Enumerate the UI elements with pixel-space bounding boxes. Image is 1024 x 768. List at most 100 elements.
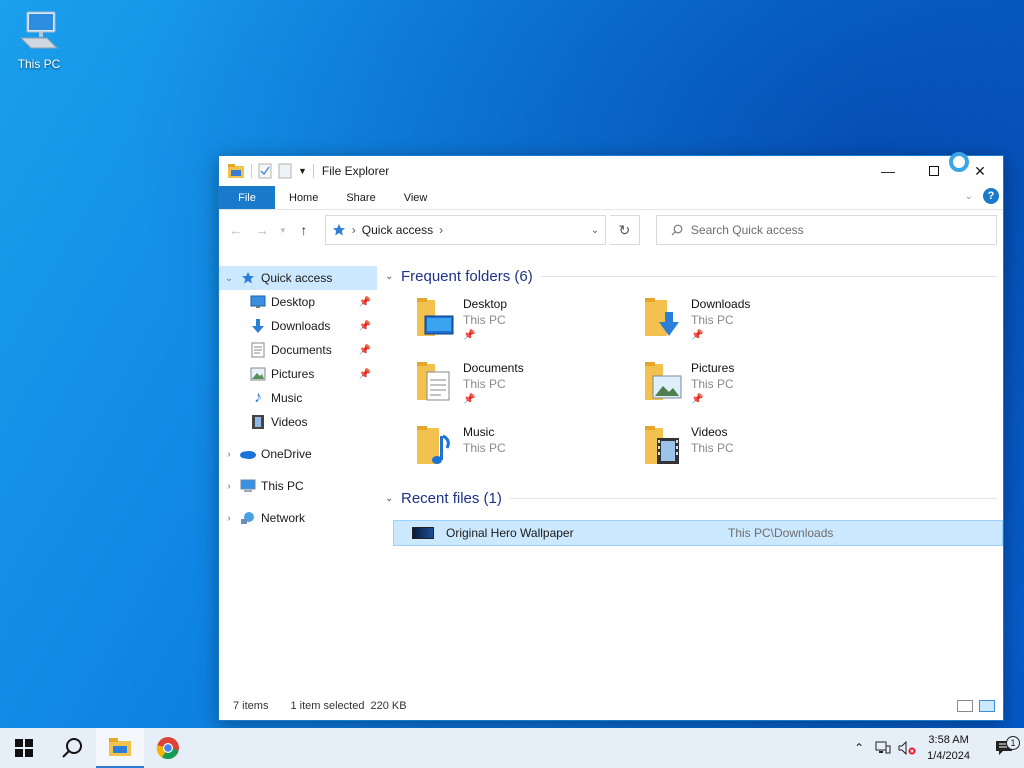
nav-item-pictures[interactable]: Pictures 📌 — [219, 362, 377, 386]
view-toggle — [957, 700, 995, 712]
taskbar-chrome[interactable] — [144, 728, 192, 768]
start-button[interactable] — [0, 728, 48, 768]
folder-tile-music[interactable]: Music This PC — [415, 424, 643, 472]
nav-item-quick-access[interactable]: ⌄ Quick access — [219, 266, 377, 290]
quick-access-toolbar: ▼ — [219, 163, 314, 179]
group-chevron-icon[interactable]: ⌄ — [385, 271, 401, 282]
up-button[interactable]: ↑ — [293, 218, 315, 242]
nav-item-videos[interactable]: Videos — [219, 410, 377, 434]
taskbar: ⌃ 3:58 AM 1/4/2024 1 — [0, 728, 1024, 768]
search-icon — [671, 224, 683, 236]
folder-tile-videos[interactable]: Videos This PC — [643, 424, 871, 472]
recent-files-header[interactable]: ⌄ Recent files (1) — [385, 486, 1003, 510]
breadcrumb-quick-access[interactable]: Quick access — [362, 223, 433, 237]
pin-icon: 📌 — [463, 330, 476, 341]
pictures-icon — [249, 366, 267, 382]
search-icon — [62, 738, 82, 758]
nav-gap — [219, 466, 377, 474]
folder-meta: Videos This PC — [691, 424, 734, 472]
search-box[interactable]: Search Quick access — [655, 215, 997, 245]
frequent-folders-header[interactable]: ⌄ Frequent folders (6) — [385, 264, 1003, 288]
computer-icon — [19, 11, 59, 49]
refresh-button[interactable]: ↻ — [610, 215, 640, 245]
desktop-icon-this-pc[interactable]: This PC — [10, 8, 68, 71]
window-title: File Explorer — [321, 164, 390, 178]
pin-icon[interactable]: 📌 — [359, 345, 371, 356]
frequent-folders-grid: Desktop This PC 📌 Downloads This PC 📌 Do… — [385, 288, 1003, 472]
nav-item-desktop[interactable]: Desktop 📌 — [219, 290, 377, 314]
pin-icon[interactable]: 📌 — [359, 321, 371, 332]
nav-item-label: Documents — [271, 343, 332, 357]
nav-item-music[interactable]: ♪ Music — [219, 386, 377, 410]
folder-tile-documents[interactable]: Documents This PC 📌 — [415, 360, 643, 408]
recent-file-row[interactable]: Original Hero Wallpaper This PC\Download… — [393, 520, 1003, 546]
pin-icon: 📌 — [691, 394, 704, 405]
collapsed-chevron-icon[interactable]: › — [219, 449, 239, 460]
folder-tile-desktop[interactable]: Desktop This PC 📌 — [415, 296, 643, 344]
file-explorer-window[interactable]: ▼ File Explorer — ✕ File Home Share View… — [218, 152, 1004, 721]
nav-item-downloads[interactable]: Downloads 📌 — [219, 314, 377, 338]
nav-item-onedrive[interactable]: › OneDrive — [219, 442, 377, 466]
status-bar: 7 items 1 item selected 220 KB — [219, 692, 1003, 720]
chrome-icon — [156, 737, 179, 760]
folder-name: Downloads — [691, 297, 751, 311]
customize-qat-chevron-icon[interactable]: ▼ — [298, 166, 307, 176]
title-bar[interactable]: ▼ File Explorer — ✕ — [219, 152, 1003, 186]
tab-file[interactable]: File — [219, 186, 275, 209]
close-button[interactable]: ✕ — [957, 156, 1003, 186]
nav-item-label: Videos — [271, 415, 308, 429]
pin-icon[interactable]: 📌 — [359, 297, 371, 308]
folder-tile-downloads[interactable]: Downloads This PC 📌 — [643, 296, 871, 344]
tab-share[interactable]: Share — [332, 186, 389, 209]
expanded-chevron-icon[interactable]: ⌄ — [219, 273, 239, 284]
tab-view[interactable]: View — [390, 186, 442, 209]
clock[interactable]: 3:58 AM 1/4/2024 — [927, 732, 970, 764]
music-icon: ♪ — [254, 389, 262, 406]
window-controls: — ✕ — [865, 156, 1003, 186]
volume-muted-icon[interactable] — [895, 741, 919, 755]
folder-location: This PC — [691, 313, 734, 327]
nav-item-this-pc[interactable]: › This PC — [219, 474, 377, 498]
folder-tile-pictures[interactable]: Pictures This PC 📌 — [643, 360, 871, 408]
address-bar[interactable]: › Quick access › ⌄ — [324, 215, 606, 245]
file-explorer-icon — [228, 164, 244, 178]
nav-gap — [219, 434, 377, 442]
collapsed-chevron-icon[interactable]: › — [219, 513, 239, 524]
large-icons-view-icon[interactable] — [979, 700, 995, 712]
recent-file-name: Original Hero Wallpaper — [446, 526, 574, 540]
network-status-icon[interactable] — [871, 741, 895, 755]
back-button[interactable]: ← — [225, 218, 247, 242]
collapsed-chevron-icon[interactable]: › — [219, 481, 239, 492]
pin-icon: 📌 — [463, 394, 476, 405]
minimize-button[interactable]: — — [865, 156, 911, 186]
folder-location: This PC — [463, 313, 506, 327]
properties-icon[interactable] — [258, 163, 272, 179]
forward-button[interactable]: → — [251, 218, 273, 242]
address-dropdown-button[interactable]: ⌄ — [585, 216, 605, 244]
system-tray: ⌃ 3:58 AM 1/4/2024 1 — [847, 728, 1024, 768]
nav-item-label: Network — [261, 511, 306, 525]
details-view-icon[interactable] — [957, 700, 973, 712]
maximize-button[interactable] — [911, 156, 957, 186]
forward-arrow-icon: → — [254, 222, 269, 238]
nav-item-network[interactable]: › Network — [219, 506, 377, 530]
nav-item-documents[interactable]: Documents 📌 — [219, 338, 377, 362]
tab-home[interactable]: Home — [275, 186, 332, 209]
folder-meta: Documents This PC 📌 — [463, 360, 524, 408]
nav-item-label: Downloads — [271, 319, 331, 333]
pin-icon[interactable]: 📌 — [359, 369, 371, 380]
group-chevron-icon[interactable]: ⌄ — [385, 493, 401, 504]
folder-location: This PC — [463, 441, 506, 455]
taskbar-search-button[interactable] — [48, 728, 96, 768]
show-hidden-icons-chevron-icon[interactable]: ⌃ — [847, 741, 871, 755]
image-file-icon — [412, 527, 434, 539]
folder-name: Pictures — [691, 361, 735, 375]
help-icon[interactable]: ? — [983, 188, 999, 204]
taskbar-file-explorer[interactable] — [96, 728, 144, 768]
search-input[interactable]: Search Quick access — [691, 223, 804, 237]
new-folder-icon[interactable] — [278, 163, 292, 179]
action-center-button[interactable]: 1 — [984, 736, 1024, 756]
this-pc-icon — [239, 478, 257, 494]
recent-locations-button[interactable]: ▼ — [277, 218, 289, 242]
expand-ribbon-chevron-icon[interactable]: ⌄ — [965, 191, 973, 202]
